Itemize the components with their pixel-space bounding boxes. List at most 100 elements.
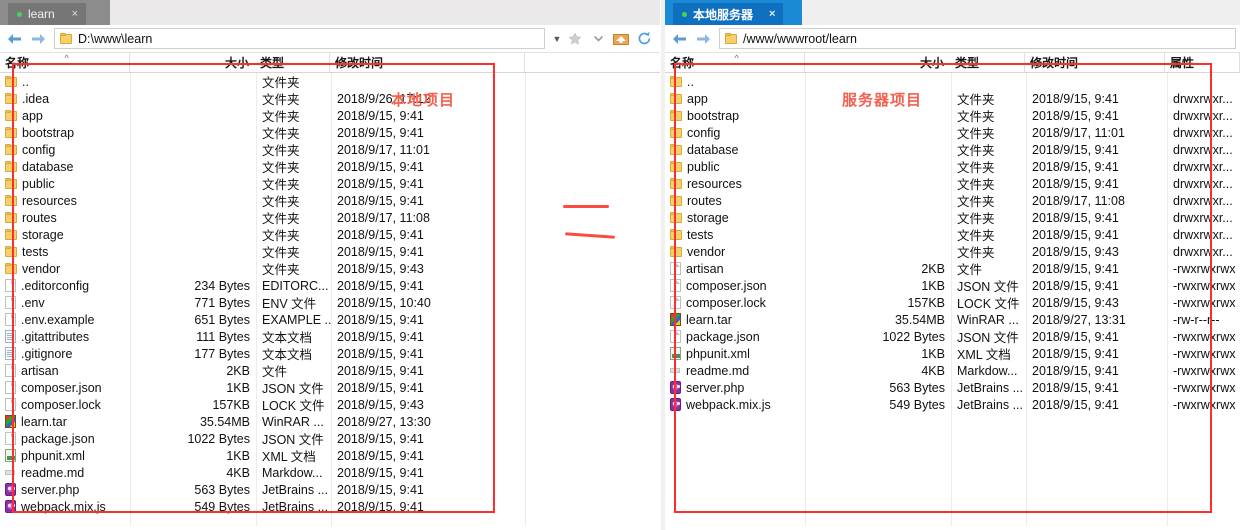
file-row[interactable]: tests 文件夹 2018/9/15, 9:41 — [0, 243, 660, 260]
file-name-text: .idea — [22, 91, 50, 106]
file-row[interactable]: package.json 1022 Bytes JSON 文件 2018/9/15, … — [665, 328, 1240, 345]
local-path-input[interactable]: D:\www\learn — [54, 28, 545, 49]
server-file-list[interactable]: .. app 文件夹 2018/9/15, 9:41 drwxrwxr... bootst… — [665, 73, 1240, 526]
file-row[interactable]: artisan 2KB 文件 2018/9/15, 9:41 -rwxrwxrwx — [665, 260, 1240, 277]
local-file-list[interactable]: .. 文件夹 .idea 文件夹 2018/9/26, 17:12 app 文件夹 2018/… — [0, 73, 660, 526]
file-row[interactable]: composer.lock 157KB LOCK 文件 2018/9/15, 9:43… — [665, 294, 1240, 311]
back-arrow-icon[interactable] — [5, 29, 24, 48]
local-panel: learn × D:\www\learn ▼ 名称 ^ 大小 类型 修改时间 .… — [0, 0, 660, 530]
file-row[interactable]: composer.json 1KB JSON 文件 2018/9/15, 9:41 -r… — [665, 277, 1240, 294]
column-header-size[interactable]: 大小 — [805, 53, 950, 72]
file-row[interactable]: learn.tar 35.54MB WinRAR ... 2018/9/27, 13:… — [0, 413, 660, 430]
local-path-text: D:\www\learn — [78, 31, 153, 46]
file-row[interactable]: vendor 文件夹 2018/9/15, 9:43 drwxrwxr... — [665, 243, 1240, 260]
file-date-cell: 2018/9/15, 10:40 — [337, 295, 431, 310]
file-row[interactable]: composer.lock 157KB LOCK 文件 2018/9/15, 9:43 — [0, 396, 660, 413]
column-header-type[interactable]: 类型 — [950, 53, 1025, 72]
phpstorm-file-icon — [5, 500, 16, 513]
file-row[interactable]: .env.example 651 Bytes EXAMPLE ... 2018/9/1… — [0, 311, 660, 328]
file-row[interactable]: phpunit.xml 1KB XML 文档 2018/9/15, 9:41 — [0, 447, 660, 464]
document-icon — [5, 364, 16, 377]
file-row[interactable]: .. 文件夹 — [0, 73, 660, 90]
file-name-text: composer.json — [21, 380, 102, 395]
column-header-size[interactable]: 大小 — [130, 53, 255, 72]
file-size-cell: 1KB — [226, 380, 250, 395]
back-arrow-icon[interactable] — [670, 29, 689, 48]
file-name-cell: config — [0, 143, 130, 157]
file-row[interactable]: database 文件夹 2018/9/15, 9:41 — [0, 158, 660, 175]
file-name-cell: bootstrap — [665, 109, 805, 123]
file-name-cell: server.php — [665, 381, 805, 395]
file-row[interactable]: server.php 563 Bytes JetBrains ... 2018/9/1… — [665, 379, 1240, 396]
file-name-text: storage — [687, 210, 729, 225]
file-row[interactable]: .idea 文件夹 2018/9/26, 17:12 — [0, 90, 660, 107]
file-row[interactable]: webpack.mix.js 549 Bytes JetBrains ... 2018… — [0, 498, 660, 515]
close-icon[interactable]: × — [759, 8, 775, 20]
file-date-cell: 2018/9/15, 9:43 — [337, 397, 424, 412]
forward-arrow-icon[interactable] — [29, 29, 48, 48]
file-date-cell: 2018/9/15, 9:41 — [1032, 142, 1119, 157]
file-row[interactable]: phpunit.xml 1KB XML 文档 2018/9/15, 9:41 -rwxr… — [665, 345, 1240, 362]
column-header-type[interactable]: 类型 — [255, 53, 330, 72]
file-row[interactable]: config 文件夹 2018/9/17, 11:01 drwxrwxr... — [665, 124, 1240, 141]
file-row[interactable]: public 文件夹 2018/9/15, 9:41 — [0, 175, 660, 192]
file-row[interactable]: storage 文件夹 2018/9/15, 9:41 — [0, 226, 660, 243]
file-row[interactable]: .env 771 Bytes ENV 文件 2018/9/15, 10:40 — [0, 294, 660, 311]
file-name-text: routes — [687, 193, 722, 208]
file-row[interactable]: .editorconfig 234 Bytes EDITORC... 2018/9/1… — [0, 277, 660, 294]
file-row[interactable]: artisan 2KB 文件 2018/9/15, 9:41 — [0, 362, 660, 379]
file-name-cell: routes — [665, 194, 805, 208]
folder-icon — [670, 110, 682, 121]
home-folder-icon[interactable] — [611, 29, 631, 49]
file-row[interactable]: vendor 文件夹 2018/9/15, 9:43 — [0, 260, 660, 277]
file-attributes-cell: -rwxrwxrwx — [1173, 346, 1236, 361]
column-header-date[interactable]: 修改时间 — [1025, 53, 1165, 72]
tab-label: learn — [28, 7, 55, 21]
file-row[interactable]: resources 文件夹 2018/9/15, 9:41 — [0, 192, 660, 209]
forward-arrow-icon[interactable] — [694, 29, 713, 48]
file-row[interactable]: readme.md 4KB Markdow... 2018/9/15, 9:41 -rw… — [665, 362, 1240, 379]
tab-server-local-server[interactable]: 本地服务器 × — [673, 3, 784, 25]
file-row[interactable]: bootstrap 文件夹 2018/9/15, 9:41 drwxrwxr... — [665, 107, 1240, 124]
server-path-input[interactable]: /www/wwwroot/learn — [719, 28, 1236, 49]
column-header-date[interactable]: 修改时间 — [330, 53, 525, 72]
text-document-icon — [5, 330, 16, 343]
file-row[interactable]: public 文件夹 2018/9/15, 9:41 drwxrwxr... — [665, 158, 1240, 175]
file-type-cell: Markdow... — [957, 363, 1018, 378]
file-name-text: composer.lock — [686, 295, 766, 310]
file-row[interactable]: app 文件夹 2018/9/15, 9:41 — [0, 107, 660, 124]
file-row[interactable]: resources 文件夹 2018/9/15, 9:41 drwxrwxr... — [665, 175, 1240, 192]
file-row[interactable]: routes 文件夹 2018/9/17, 11:08 — [0, 209, 660, 226]
file-date-cell: 2018/9/17, 11:08 — [337, 210, 430, 225]
file-row[interactable]: .gitignore 177 Bytes 文本文档 2018/9/15, 9:41 — [0, 345, 660, 362]
file-row[interactable]: webpack.mix.js 549 Bytes JetBrains ... 2018… — [665, 396, 1240, 413]
chevron-down-icon[interactable] — [588, 29, 608, 49]
tab-local-learn[interactable]: learn × — [8, 3, 86, 25]
file-row[interactable]: routes 文件夹 2018/9/17, 11:08 drwxrwxr... — [665, 192, 1240, 209]
file-row[interactable]: tests 文件夹 2018/9/15, 9:41 drwxrwxr... — [665, 226, 1240, 243]
file-name-cell: composer.json — [0, 381, 130, 395]
file-row[interactable]: database 文件夹 2018/9/15, 9:41 drwxrwxr... — [665, 141, 1240, 158]
markdown-icon — [670, 364, 681, 377]
close-icon[interactable]: × — [62, 8, 78, 20]
file-row[interactable]: .gitattributes 111 Bytes 文本文档 2018/9/15, 9:… — [0, 328, 660, 345]
file-attributes-cell: -rwxrwxrwx — [1173, 329, 1236, 344]
file-row[interactable]: config 文件夹 2018/9/17, 11:01 — [0, 141, 660, 158]
file-row[interactable]: server.php 563 Bytes JetBrains ... 2018/9/1… — [0, 481, 660, 498]
refresh-icon[interactable] — [634, 29, 654, 49]
file-row[interactable]: app 文件夹 2018/9/15, 9:41 drwxrwxr... — [665, 90, 1240, 107]
file-date-cell: 2018/9/15, 9:41 — [337, 380, 424, 395]
chevron-down-icon[interactable]: ▼ — [549, 34, 565, 44]
file-size-cell: 651 Bytes — [194, 312, 250, 327]
column-header-name[interactable]: 名称 ^ — [665, 53, 805, 72]
file-row[interactable]: learn.tar 35.54MB WinRAR ... 2018/9/27, 13:… — [665, 311, 1240, 328]
file-row[interactable]: composer.json 1KB JSON 文件 2018/9/15, 9:41 — [0, 379, 660, 396]
file-row[interactable]: readme.md 4KB Markdow... 2018/9/15, 9:41 — [0, 464, 660, 481]
column-header-attributes[interactable]: 属性 — [1165, 53, 1240, 72]
file-row[interactable]: .. — [665, 73, 1240, 90]
star-icon[interactable] — [565, 29, 585, 49]
file-row[interactable]: bootstrap 文件夹 2018/9/15, 9:41 — [0, 124, 660, 141]
column-header-name[interactable]: 名称 ^ — [0, 53, 130, 72]
file-row[interactable]: package.json 1022 Bytes JSON 文件 2018/9/15, … — [0, 430, 660, 447]
file-row[interactable]: storage 文件夹 2018/9/15, 9:41 drwxrwxr... — [665, 209, 1240, 226]
